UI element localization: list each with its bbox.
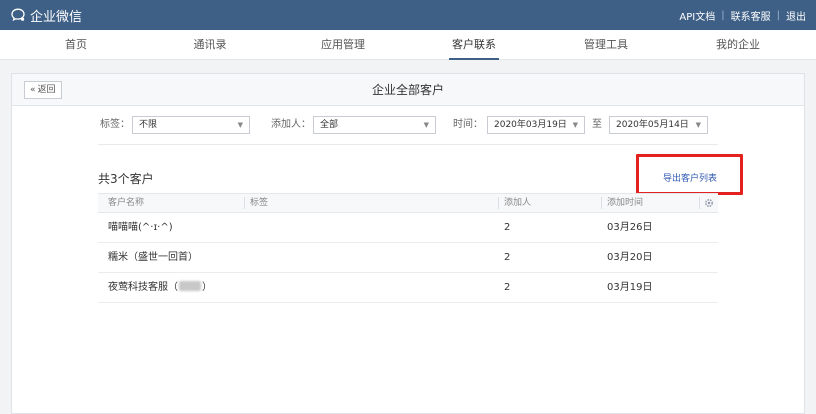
- chevron-down-icon: ▼: [423, 121, 429, 129]
- nav-home[interactable]: 首页: [31, 30, 121, 60]
- customer-added-time: 03月20日: [607, 252, 653, 263]
- tag-filter-value: 不限: [139, 120, 158, 130]
- table-header: 客户名称 标签 添加人 添加时间: [98, 193, 718, 213]
- nav-management-tools[interactable]: 管理工具: [561, 30, 651, 60]
- nav-app-management[interactable]: 应用管理: [298, 30, 388, 60]
- redacted-text: [179, 281, 201, 291]
- gear-icon[interactable]: [704, 198, 714, 208]
- nav-customer-contact[interactable]: 客户联系: [429, 30, 519, 60]
- customer-added-time: 03月19日: [607, 282, 653, 293]
- chevron-down-icon: ▼: [237, 121, 243, 129]
- column-separator: [601, 197, 602, 209]
- column-separator: [699, 197, 700, 209]
- filter-divider: [98, 144, 718, 145]
- highlight-box: [636, 154, 743, 195]
- date-range-separator: 至: [592, 119, 602, 130]
- main-nav: 首页 通讯录 应用管理 客户联系 管理工具 我的企业: [0, 30, 816, 60]
- chevron-down-icon: ▼: [695, 121, 701, 129]
- panel-header: « 返回 企业全部客户: [12, 74, 804, 106]
- chevron-down-icon: ▼: [572, 121, 578, 129]
- app-logo[interactable]: 企业微信: [10, 6, 83, 25]
- customer-name[interactable]: 喵喵喵(^·ɪ·^): [108, 214, 173, 242]
- top-bar: 企业微信 API文档 | 联系客服 | 退出: [0, 0, 816, 30]
- table-row[interactable]: 喵喵喵(^·ɪ·^) 2 03月26日: [98, 214, 718, 243]
- adder-filter-label: 添加人：: [271, 119, 311, 130]
- customer-adder: 2: [504, 282, 511, 293]
- tag-filter-select[interactable]: 不限 ▼: [132, 116, 250, 134]
- customer-count: 共3个客户: [98, 172, 154, 186]
- adder-filter-value: 全部: [320, 120, 339, 130]
- column-header-adder: 添加人: [504, 198, 532, 208]
- app-name: 企业微信: [30, 9, 83, 25]
- api-docs-link[interactable]: API文档: [679, 8, 715, 23]
- end-date-value: 2020年05月14日: [616, 120, 689, 130]
- nav-my-enterprise[interactable]: 我的企业: [693, 30, 783, 60]
- page-title: 企业全部客户: [371, 83, 444, 97]
- table-row[interactable]: 夜莺科技客服（ ） 2 03月19日: [98, 274, 718, 303]
- nav-contacts[interactable]: 通讯录: [165, 30, 255, 60]
- column-separator: [498, 197, 499, 209]
- wework-logo-icon: [11, 8, 25, 22]
- customer-name-prefix: 夜莺科技客服（: [108, 282, 178, 293]
- adder-filter-select[interactable]: 全部 ▼: [313, 116, 436, 134]
- start-date-select[interactable]: 2020年03月19日 ▼: [487, 116, 585, 134]
- time-filter-label: 时间：: [453, 119, 483, 130]
- customer-name[interactable]: 夜莺科技客服（ ）: [108, 274, 212, 302]
- column-header-tag: 标签: [250, 198, 269, 208]
- customer-panel: « 返回 企业全部客户 标签： 不限 ▼ 添加人： 全部 ▼ 时间： 2020年…: [11, 73, 805, 414]
- contact-support-link[interactable]: 联系客服: [731, 8, 771, 23]
- start-date-value: 2020年03月19日: [494, 120, 567, 130]
- customer-adder: 2: [504, 222, 511, 233]
- customer-name[interactable]: 糯米（盛世一回首）: [108, 244, 198, 272]
- customer-adder: 2: [504, 252, 511, 263]
- customer-added-time: 03月26日: [607, 222, 653, 233]
- table-row[interactable]: 糯米（盛世一回首） 2 03月20日: [98, 244, 718, 273]
- end-date-select[interactable]: 2020年05月14日 ▼: [609, 116, 708, 134]
- top-links: API文档 | 联系客服 | 退出: [679, 8, 806, 23]
- logout-link[interactable]: 退出: [786, 8, 806, 23]
- tag-filter-label: 标签：: [100, 119, 130, 130]
- customer-name-suffix: ）: [202, 282, 212, 293]
- link-separator: |: [721, 10, 725, 21]
- content-frame: « 返回 企业全部客户 标签： 不限 ▼ 添加人： 全部 ▼ 时间： 2020年…: [0, 60, 816, 414]
- column-header-time: 添加时间: [607, 198, 644, 208]
- column-header-name: 客户名称: [108, 198, 145, 208]
- link-separator: |: [776, 10, 780, 21]
- column-separator: [244, 197, 245, 209]
